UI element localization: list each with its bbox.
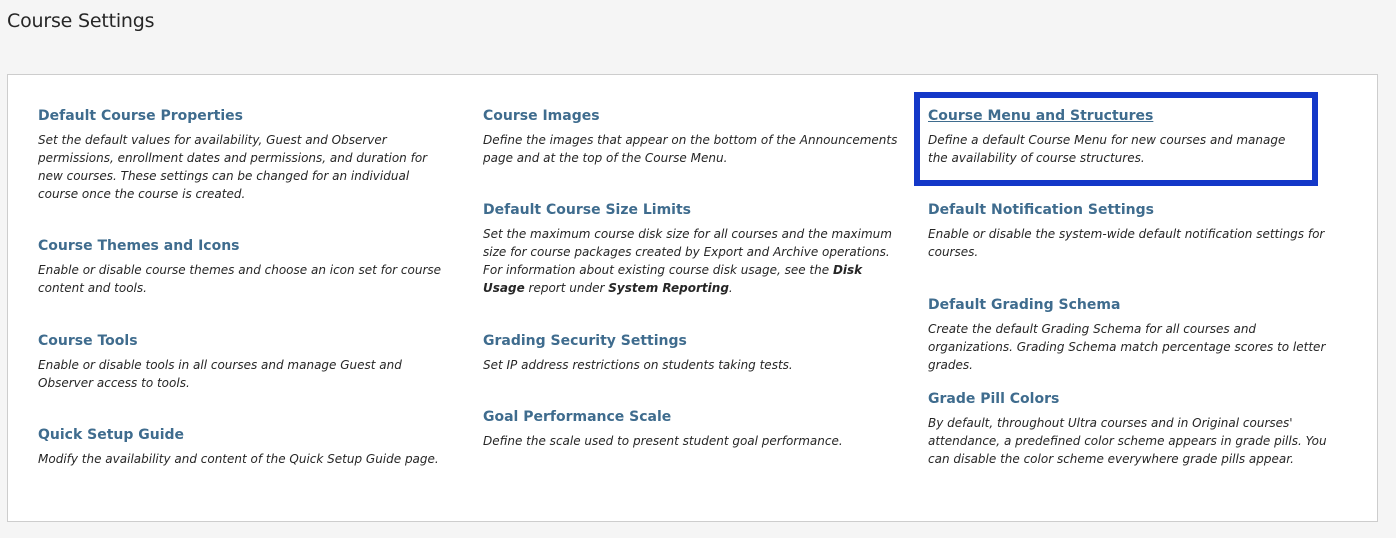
setting-grade-pill-colors: Grade Pill Colors By default, throughout… xyxy=(928,390,1348,468)
system-reporting-name: System Reporting xyxy=(608,281,729,295)
goal-performance-scale-link[interactable]: Goal Performance Scale xyxy=(483,408,895,426)
course-tools-description: Enable or disable tools in all courses a… xyxy=(38,358,402,390)
quick-setup-guide-description: Modify the availability and content of t… xyxy=(38,452,439,466)
course-images-link[interactable]: Course Images xyxy=(483,107,899,125)
setting-course-menu-and-structures: Course Menu and Structures Define a defa… xyxy=(928,107,1306,167)
default-notification-settings-link[interactable]: Default Notification Settings xyxy=(928,201,1340,219)
setting-course-tools: Course Tools Enable or disable tools in … xyxy=(38,332,450,392)
setting-default-course-properties: Default Course Properties Set the defaul… xyxy=(38,107,450,203)
setting-default-notification-settings: Default Notification Settings Enable or … xyxy=(928,201,1340,261)
setting-quick-setup-guide: Quick Setup Guide Modify the availabilit… xyxy=(38,426,450,468)
default-course-size-limits-description: Set the maximum course disk size for all… xyxy=(483,225,893,297)
grade-pill-colors-link[interactable]: Grade Pill Colors xyxy=(928,390,1348,408)
goal-performance-scale-description: Define the scale used to present student… xyxy=(483,434,843,448)
quick-setup-guide-link[interactable]: Quick Setup Guide xyxy=(38,426,450,444)
course-themes-and-icons-link[interactable]: Course Themes and Icons xyxy=(38,237,450,255)
default-notification-settings-description: Enable or disable the system-wide defaul… xyxy=(928,227,1325,259)
course-themes-and-icons-description: Enable or disable course themes and choo… xyxy=(38,263,442,295)
setting-goal-performance-scale: Goal Performance Scale Define the scale … xyxy=(483,408,895,450)
grading-security-settings-description: Set IP address restrictions on students … xyxy=(483,358,793,372)
grading-security-settings-link[interactable]: Grading Security Settings xyxy=(483,332,895,350)
course-images-description: Define the images that appear on the bot… xyxy=(483,133,898,165)
course-menu-and-structures-description: Define a default Course Menu for new cou… xyxy=(928,133,1286,165)
course-tools-link[interactable]: Course Tools xyxy=(38,332,450,350)
default-grading-schema-description: Create the default Grading Schema for al… xyxy=(928,322,1326,372)
size-limits-desc-text-3: . xyxy=(728,281,733,295)
course-menu-and-structures-link[interactable]: Course Menu and Structures xyxy=(928,107,1306,125)
default-course-properties-description: Set the default values for availability,… xyxy=(38,133,428,201)
setting-course-images: Course Images Define the images that app… xyxy=(483,107,899,167)
page-title: Course Settings xyxy=(7,10,155,32)
default-course-properties-link[interactable]: Default Course Properties xyxy=(38,107,450,125)
default-grading-schema-link[interactable]: Default Grading Schema xyxy=(928,296,1340,314)
default-course-size-limits-link[interactable]: Default Course Size Limits xyxy=(483,201,893,219)
setting-course-themes-and-icons: Course Themes and Icons Enable or disabl… xyxy=(38,237,450,297)
setting-default-grading-schema: Default Grading Schema Create the defaul… xyxy=(928,296,1340,374)
size-limits-desc-text-2: report under xyxy=(524,281,609,295)
setting-grading-security-settings: Grading Security Settings Set IP address… xyxy=(483,332,895,374)
size-limits-desc-text-1: Set the maximum course disk size for all… xyxy=(483,227,892,277)
grade-pill-colors-description: By default, throughout Ultra courses and… xyxy=(928,416,1327,466)
setting-default-course-size-limits: Default Course Size Limits Set the maxim… xyxy=(483,201,893,297)
